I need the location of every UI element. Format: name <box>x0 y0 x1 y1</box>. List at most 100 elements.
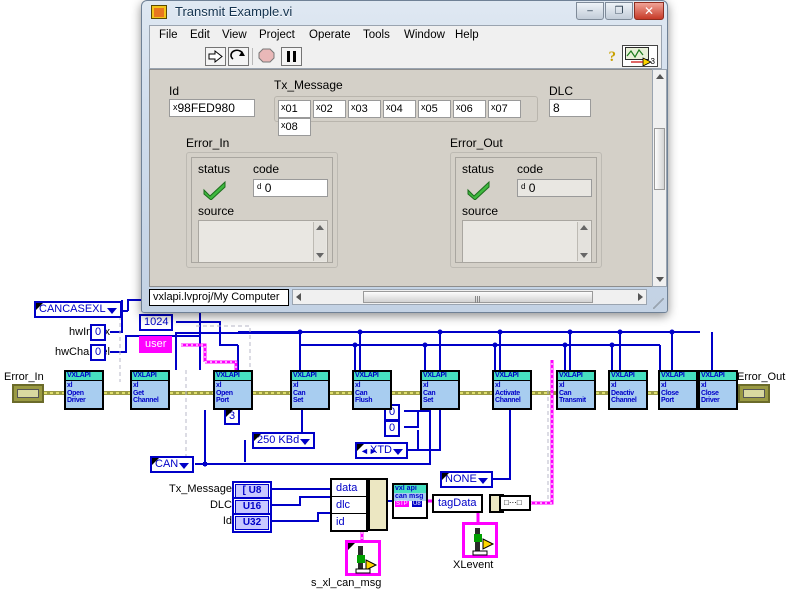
abort-button[interactable] <box>257 47 278 66</box>
tx-cell-7-value: 08 <box>285 121 298 133</box>
constant-baudrate[interactable]: 250 KBd <box>252 432 316 449</box>
menubar[interactable]: File Edit View Project Operate Tools Win… <box>149 25 662 44</box>
bundle-tagdata[interactable]: tagData <box>432 494 483 513</box>
node-xl-can-flush[interactable]: VXLAPI xl Can Flush <box>352 370 392 410</box>
constant-hwchannel[interactable]: 0 <box>90 344 107 361</box>
vi-front-panel-window[interactable]: Transmit Example.vi – ❐ ✕ File Edit View… <box>141 0 668 313</box>
menu-edit[interactable]: Edit <box>186 29 214 41</box>
error-in-source-scroll-up-icon[interactable] <box>316 225 324 230</box>
tx-cell-2[interactable]: x03 <box>348 100 381 118</box>
bundle-cluster-bar[interactable] <box>368 478 388 531</box>
maximize-button[interactable]: ❐ <box>605 2 633 20</box>
node-5-line3: Set <box>423 397 433 404</box>
window-titlebar[interactable]: Transmit Example.vi – ❐ ✕ <box>142 1 667 25</box>
terminal-error-out[interactable] <box>738 384 770 403</box>
constant-user-name[interactable]: user <box>139 336 173 353</box>
error-in-source-scrollbar[interactable] <box>313 222 326 261</box>
constant-msg-flag[interactable]: ◄► XTD <box>355 442 408 459</box>
fp-cluster-error-out[interactable]: status code d 0 source <box>450 152 602 268</box>
error-in-source-label: source <box>198 204 235 218</box>
node-xl-can-transmit[interactable]: VXLAPI xl Can Transmit <box>556 370 596 410</box>
node-1-header: VXLAPI <box>132 372 168 381</box>
label-dlc-terminal: DLC <box>209 499 232 511</box>
vscroll-up-icon[interactable] <box>655 74 664 79</box>
terminal-id[interactable]: U32 <box>232 513 272 533</box>
tx-cell-0[interactable]: x01 <box>278 100 311 118</box>
node-xl-can-set-2[interactable]: VXLAPI xl Can Set <box>420 370 460 410</box>
error-out-source-scrollbar[interactable] <box>577 222 590 261</box>
front-panel-canvas[interactable]: Id x98FED980 Tx_Message x01 x02 x03 x04 … <box>149 69 662 287</box>
vscroll-down-icon[interactable] <box>655 277 664 282</box>
node-xl-activate-channel[interactable]: VXLAPI xl Activate Channel <box>492 370 532 410</box>
minimize-icon: – <box>587 5 593 17</box>
menu-file[interactable]: File <box>155 29 182 41</box>
hscroll-right-icon[interactable] <box>638 293 643 301</box>
resize-grip[interactable] <box>653 298 664 309</box>
fp-cluster-error-in[interactable]: status code d 0 source <box>186 152 338 268</box>
run-continuously-button[interactable] <box>228 47 249 66</box>
node-xl-close-driver[interactable]: VXLAPI xl Close Driver <box>698 370 738 410</box>
error-in-source-scroll-down-icon[interactable] <box>316 253 324 258</box>
tx-cell-1[interactable]: x02 <box>313 100 346 118</box>
error-out-source-scroll-up-icon[interactable] <box>580 225 588 230</box>
constant-flags-b[interactable]: 0 <box>384 420 401 437</box>
menu-project[interactable]: Project <box>255 29 299 41</box>
constant-hwindex[interactable]: 0 <box>90 324 107 341</box>
bundle-by-name[interactable]: data dlc id <box>330 478 368 532</box>
tx-cell-2-value: 03 <box>355 103 368 115</box>
pause-button[interactable] <box>281 47 302 66</box>
tx-cell-0-value: 01 <box>285 103 298 115</box>
constant-hwchannel-text: 0 <box>95 346 102 358</box>
vscroll-thumb[interactable] <box>654 128 665 190</box>
error-out-source-scroll-down-icon[interactable] <box>580 253 588 258</box>
minimize-button[interactable]: – <box>576 2 604 20</box>
node-xl-close-port[interactable]: VXLAPI xl Close Port <box>658 370 698 410</box>
tx-cell-7[interactable]: x08 <box>278 118 311 136</box>
tx-cell-4[interactable]: x05 <box>418 100 451 118</box>
node-xl-open-driver[interactable]: VXLAPI xl Open Driver <box>64 370 104 410</box>
run-button[interactable] <box>205 47 226 66</box>
menu-window[interactable]: Window <box>400 29 449 41</box>
node-2-line3: Port <box>216 397 229 404</box>
front-panel-horizontal-scrollbar[interactable] <box>292 289 647 305</box>
node-xl-can-set-1[interactable]: VXLAPI xl Can Set <box>290 370 330 410</box>
constant-rx-queue-size[interactable]: 1024 <box>139 314 174 331</box>
error-in-code-field[interactable]: d 0 <box>253 179 328 197</box>
tx-cell-6[interactable]: x07 <box>488 100 521 118</box>
constant-bus-type[interactable]: CAN <box>150 456 195 473</box>
node-vxl-api-can-msg[interactable]: vxl api can msg STP U8 <box>392 483 428 519</box>
fp-field-dlc[interactable]: 8 <box>549 99 591 117</box>
terminal-error-in[interactable] <box>12 384 44 403</box>
error-in-status-checkmark-icon[interactable] <box>202 180 226 201</box>
label-tx-message-terminal: Tx_Message <box>169 483 232 495</box>
fp-array-tx-message[interactable]: x01 x02 x03 x04 x05 x06 x07 x08 <box>274 96 538 136</box>
node-xl-deactivate-channel[interactable]: VXLAPI xl Deactiv Channel <box>608 370 648 410</box>
constant-port-handle[interactable]: 3 <box>224 408 241 425</box>
node-to-variant[interactable]: □⋯□ <box>499 495 531 511</box>
tx-cell-3[interactable]: x04 <box>383 100 416 118</box>
tx-cell-5[interactable]: x06 <box>453 100 486 118</box>
constant-access-mask[interactable]: NONE <box>440 471 493 488</box>
menu-help[interactable]: Help <box>451 29 483 41</box>
typedef-xlevent[interactable] <box>462 522 498 558</box>
vi-icon-badge[interactable]: 3 <box>622 45 658 67</box>
fp-field-id[interactable]: x98FED980 <box>169 99 255 117</box>
typedef-s-xl-can-msg[interactable] <box>345 540 381 576</box>
abort-stop-icon <box>258 48 275 63</box>
error-in-source-field[interactable] <box>198 220 328 263</box>
node-4-line3: Flush <box>355 397 373 404</box>
constant-access-mask-text: NONE <box>445 473 477 485</box>
menu-operate[interactable]: Operate <box>305 29 355 41</box>
hscroll-thumb[interactable] <box>363 291 593 303</box>
front-panel-vertical-scrollbar[interactable] <box>652 69 667 287</box>
menu-tools[interactable]: Tools <box>359 29 394 41</box>
menu-view[interactable]: View <box>218 29 251 41</box>
hscroll-left-icon[interactable] <box>296 293 301 301</box>
context-help-button[interactable]: ? <box>609 49 617 66</box>
node-xl-get-channel[interactable]: VXLAPI xl Get Channel <box>130 370 170 410</box>
node-xl-open-port[interactable]: VXLAPI xl Open Port <box>213 370 253 410</box>
close-button[interactable]: ✕ <box>634 2 664 20</box>
node-8-line3: Channel <box>611 397 637 404</box>
constant-hardware-type[interactable]: CANCASEXL <box>34 301 122 318</box>
toolbar[interactable]: ? 3 <box>149 44 662 69</box>
